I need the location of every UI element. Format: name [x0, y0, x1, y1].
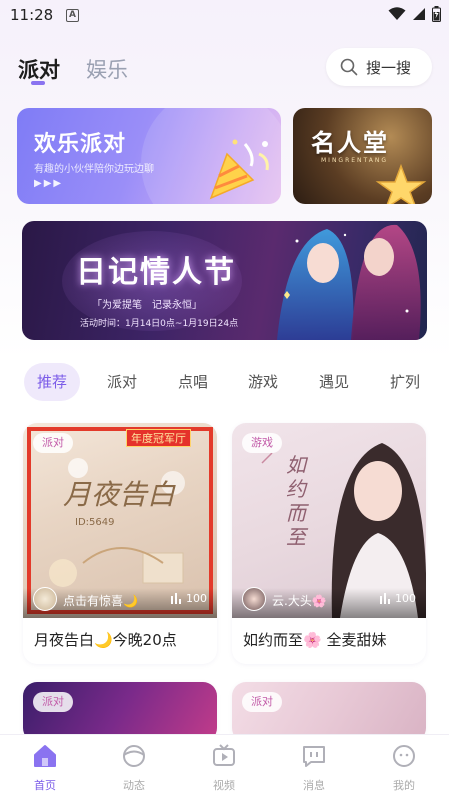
promo-title: 欢乐派对: [34, 132, 127, 157]
nav-label: 视频: [213, 779, 235, 792]
nav-profile[interactable]: 我的: [374, 743, 434, 793]
avatar: [33, 587, 57, 611]
notification-badge-icon: A: [66, 9, 79, 22]
bars-icon: [380, 593, 390, 604]
room-online-count: 100: [380, 592, 416, 605]
category-tab-recommend[interactable]: 推荐: [37, 371, 67, 392]
room-cover: 派对: [232, 682, 426, 742]
profile-icon: [393, 745, 415, 767]
search-icon: [340, 58, 358, 76]
room-cover: 派对: [23, 682, 217, 742]
banner-quote: 「为爱提笔 记录永恒」: [92, 300, 202, 311]
promo-subtitle: 有趣的小伙伴陪你边玩边聊: [34, 164, 154, 175]
promo-subtitle: MINGRENTANG: [321, 157, 388, 164]
promo-title: 名人堂: [311, 129, 389, 157]
category-tab-party[interactable]: 派对: [107, 371, 137, 392]
message-icon: [303, 746, 325, 767]
status-bar: 11:28 A: [0, 0, 449, 32]
star-icon: [375, 164, 427, 204]
moments-icon: [123, 745, 145, 767]
nav-label: 动态: [123, 779, 145, 792]
room-host: 点击有惊喜🌙: [63, 594, 138, 608]
nav-label: 我的: [393, 779, 415, 792]
category-tab-meet[interactable]: 遇见: [319, 371, 349, 392]
promo-arrows: ▶▶▶: [34, 178, 64, 189]
couple-illustration-icon: [277, 224, 421, 340]
bottom-nav: 首页 动态 视频 消息 我的: [0, 734, 449, 800]
home-icon: [34, 745, 56, 767]
room-tag: 派对: [33, 692, 73, 712]
banner-time: 活动时间：1月14日0点~1月19日24点: [80, 319, 239, 329]
room-badge: 年度冠军厅: [126, 429, 191, 447]
status-time: 11:28: [10, 6, 54, 24]
room-card[interactable]: 派对: [23, 682, 217, 742]
battery-icon: [432, 6, 441, 22]
nav-messages[interactable]: 消息: [284, 743, 344, 793]
search-label: 搜一搜: [366, 58, 412, 77]
nav-home[interactable]: 首页: [15, 743, 75, 793]
room-tag: 派对: [242, 692, 282, 712]
category-tab-friends[interactable]: 扩列: [390, 371, 420, 392]
category-tab-song[interactable]: 点唱: [178, 371, 208, 392]
room-online-count-value: 100: [186, 592, 207, 605]
video-icon: [213, 744, 235, 766]
room-online-count: 100: [171, 592, 207, 605]
tab-entertainment[interactable]: 娱乐: [86, 54, 128, 84]
nav-video[interactable]: 视频: [194, 743, 254, 793]
status-icons: [388, 6, 441, 22]
nav-label: 首页: [34, 779, 56, 792]
room-card[interactable]: 派对: [232, 682, 426, 742]
room-cover-text: 月夜告白: [63, 478, 176, 511]
category-tab-game[interactable]: 游戏: [248, 371, 278, 392]
room-host: 云.大头🌸: [272, 594, 327, 608]
room-title: 如约而至🌸 全麦甜妹: [243, 631, 387, 649]
event-banner[interactable]: 日记情人节 「为爱提笔 记录永恒」 活动时间：1月14日0点~1月19日24点: [22, 221, 427, 340]
nav-label: 消息: [303, 779, 325, 792]
room-card[interactable]: 如约而至 游戏 云.大头🌸 100 如约而至🌸 全麦甜妹: [232, 423, 426, 664]
room-cover: 如约而至 游戏 云.大头🌸 100: [232, 423, 426, 618]
promo-happy-party[interactable]: 欢乐派对 有趣的小伙伴陪你边玩边聊 ▶▶▶: [17, 108, 281, 204]
party-popper-icon: [209, 139, 269, 200]
room-tag: 派对: [33, 433, 73, 453]
room-online-count-value: 100: [395, 592, 416, 605]
search-button[interactable]: 搜一搜: [326, 48, 432, 86]
room-tag: 游戏: [242, 433, 282, 453]
room-title: 月夜告白🌙今晚20点: [34, 631, 177, 649]
wifi-icon: [388, 7, 406, 20]
room-cover-id: ID:5649: [75, 517, 115, 528]
room-cover: 年度冠军厅 月夜告白 ID:5649 派对 点击有惊喜🌙 100: [23, 423, 217, 618]
room-card[interactable]: 年度冠军厅 月夜告白 ID:5649 派对 点击有惊喜🌙 100 月夜告白🌙今晚…: [23, 423, 217, 664]
tab-party[interactable]: 派对: [18, 54, 60, 84]
room-cover-text: 如约而至: [286, 453, 306, 549]
promo-hall-of-fame[interactable]: 名人堂 MINGRENTANG: [293, 108, 432, 204]
signal-icon: [413, 8, 425, 20]
banner-title: 日记情人节: [76, 255, 236, 290]
bars-icon: [171, 593, 181, 604]
tab-indicator: [31, 81, 45, 85]
nav-moments[interactable]: 动态: [104, 743, 164, 793]
avatar: [242, 587, 266, 611]
